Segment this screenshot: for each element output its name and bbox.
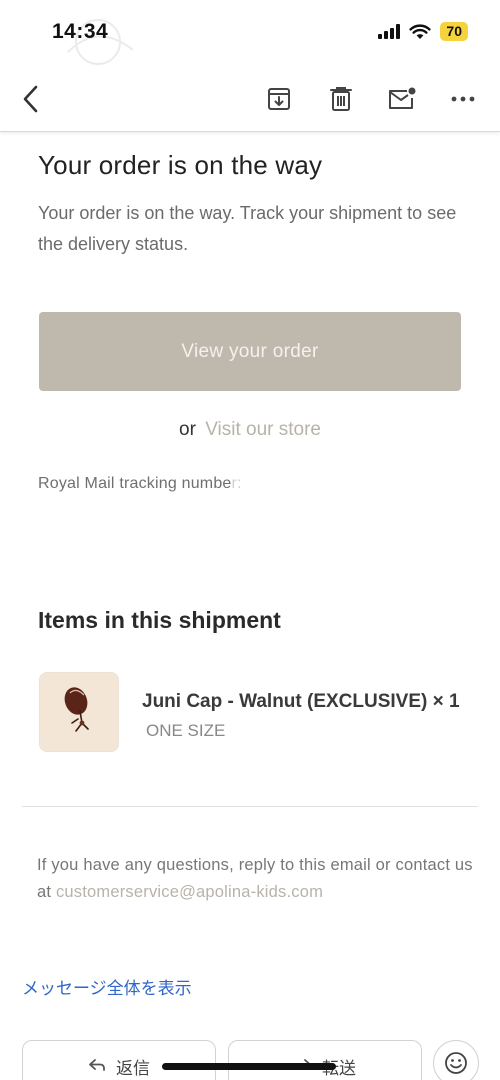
status-bar: 14:34 70	[0, 0, 500, 66]
home-indicator[interactable]	[162, 1063, 336, 1070]
mail-unread-icon	[389, 87, 416, 109]
archive-button[interactable]	[262, 82, 296, 116]
smiley-icon	[445, 1052, 467, 1074]
support-email-link[interactable]: customerservice@apolina-kids.com	[56, 883, 323, 901]
reaction-button[interactable]	[433, 1040, 479, 1080]
tracking-label: Royal Mail tracking numbe	[38, 475, 232, 492]
cellular-signal-icon	[378, 24, 401, 39]
email-headline: Your order is on the way	[38, 150, 323, 180]
delete-button[interactable]	[324, 82, 358, 116]
product-thumbnail[interactable]	[39, 672, 119, 752]
show-full-message-link[interactable]: メッセージ全体を表示	[22, 974, 192, 999]
section-divider	[22, 806, 478, 807]
status-indicators: 70	[378, 22, 468, 41]
forward-button[interactable]: 転送	[228, 1040, 422, 1080]
trash-icon	[330, 87, 352, 111]
more-options-button[interactable]	[446, 82, 480, 116]
email-intro-text: Your order is on the way. Track your shi…	[38, 203, 457, 254]
visit-store-link[interactable]: Visit our store	[205, 419, 321, 440]
more-horizontal-icon	[451, 96, 475, 102]
tracking-label-faded: r:	[231, 475, 242, 492]
archive-icon	[268, 88, 290, 110]
reply-label: 返信	[116, 1058, 150, 1079]
or-visit-store-line: or Visit our store	[0, 419, 500, 441]
reply-icon	[88, 1056, 106, 1077]
mark-unread-button[interactable]	[385, 82, 419, 116]
view-order-button[interactable]: View your order	[39, 312, 461, 391]
item-size: ONE SIZE	[146, 721, 226, 740]
footer-contact-text: If you have any questions, reply to this…	[37, 852, 477, 906]
back-button[interactable]	[14, 82, 48, 116]
chevron-left-icon	[23, 85, 38, 113]
item-name-line: Juni Cap - Walnut (EXCLUSIVE) × 1 ONE SI…	[142, 687, 472, 745]
reply-button[interactable]: 返信	[22, 1040, 216, 1080]
or-text: or	[179, 419, 196, 440]
cap-product-image	[64, 687, 89, 732]
email-screen: 14:34 70 Your order is on the way Your o…	[0, 0, 500, 1080]
status-time: 14:34	[52, 20, 109, 43]
items-section-title: Items in this shipment	[38, 607, 281, 633]
wifi-icon	[409, 24, 432, 39]
tracking-number-line: Royal Mail tracking number:	[38, 475, 242, 493]
battery-indicator: 70	[440, 22, 468, 41]
email-toolbar	[0, 66, 500, 132]
item-name: Juni Cap - Walnut (EXCLUSIVE) × 1	[142, 691, 460, 712]
